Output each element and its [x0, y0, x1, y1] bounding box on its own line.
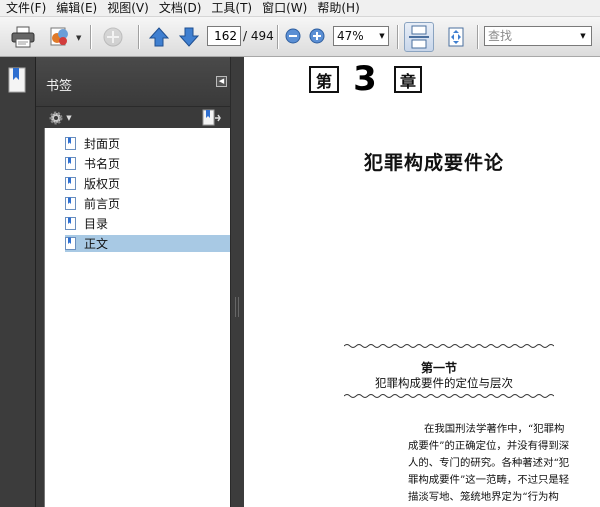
bookmarks-title: 书签 [46, 79, 73, 94]
chapter-title: 犯罪构成要件论 [363, 152, 504, 174]
zoom-level-value: 47% [337, 29, 364, 43]
attach-icon [50, 27, 68, 46]
bookmark-item-copyright[interactable]: 版权页 [65, 175, 122, 192]
search-field[interactable]: ▼ [484, 26, 592, 46]
paragraph-line: 在我国刑法学著作中，“犯罪构 [424, 423, 565, 435]
chapter-number: 3 [353, 59, 377, 99]
menu-tools[interactable]: 工具(T) [207, 0, 258, 16]
bookmark-icon [65, 197, 76, 210]
paragraph-line: 成要件”的正确定位，并没有得到深 [408, 440, 570, 452]
menu-bar: 文件(F) 编辑(E) 视图(V) 文档(D) 工具(T) 窗口(W) 帮助(H… [0, 0, 600, 17]
printer-icon [11, 26, 35, 48]
chevron-down-icon: ▼ [66, 113, 72, 122]
page-number-input[interactable] [207, 26, 241, 46]
chapter-prefix: 第 [309, 66, 339, 93]
attach-dropdown-caret[interactable]: ▼ [76, 34, 81, 42]
gear-icon [49, 111, 63, 124]
chevron-left-icon: ◀ [218, 77, 225, 85]
bookmark-expand-icon [202, 109, 221, 125]
collapse-panel-button[interactable]: ◀ [216, 76, 227, 87]
print-button[interactable] [10, 25, 36, 49]
bookmarks-tab[interactable] [4, 65, 32, 97]
bookmark-options-button[interactable]: ▼ [46, 109, 74, 126]
menu-file[interactable]: 文件(F) [2, 0, 52, 16]
navigation-pane-strip [0, 57, 36, 507]
zoom-in-icon [309, 28, 325, 44]
menu-document[interactable]: 文档(D) [155, 0, 208, 16]
document-page: 第 3 章 犯罪构成要件论 第一节 犯罪构成要件的定位与层次 在我国刑法学著作中… [244, 57, 600, 507]
splitter-grip[interactable] [235, 297, 239, 317]
toolbar-separator [477, 25, 478, 49]
bookmark-icon [65, 137, 76, 150]
paragraph-line: 人的、专门的研究。各种著述对“犯 [408, 457, 570, 469]
fit-page-icon [448, 27, 464, 47]
toolbar-separator [90, 25, 91, 49]
paragraph-line: 罪构成要件”这一范畴，不过只是轻 [408, 474, 570, 486]
bookmarks-gutter [36, 128, 44, 507]
zoom-level-select[interactable]: 47% ▼ [333, 26, 389, 46]
share-button[interactable] [100, 25, 126, 49]
previous-page-icon [149, 27, 169, 47]
bookmark-item-title-page[interactable]: 书名页 [65, 155, 122, 172]
paragraph-line: 描淡写地、笼统地界定为“行为构 [408, 491, 559, 503]
scrolling-mode-icon [409, 25, 429, 49]
page-total-label: / 494 [243, 29, 274, 43]
bookmark-label: 正文 [84, 237, 109, 251]
next-page-button[interactable] [178, 25, 200, 49]
main-toolbar: ▼ / 494 47% ▼ [0, 17, 600, 57]
zoom-in-button[interactable] [308, 27, 326, 45]
section-number: 第一节 [420, 361, 457, 375]
bookmark-label: 封面页 [84, 137, 121, 151]
next-page-icon [179, 27, 199, 47]
wavy-divider [344, 344, 554, 348]
bookmark-label: 书名页 [84, 157, 121, 171]
section-title: 犯罪构成要件的定位与层次 [375, 376, 513, 390]
bookmark-icon [65, 177, 76, 190]
zoom-out-icon [285, 28, 301, 44]
menu-window[interactable]: 窗口(W) [258, 0, 313, 16]
toolbar-separator [277, 25, 278, 49]
previous-page-button[interactable] [148, 25, 170, 49]
toolbar-separator [138, 25, 139, 49]
bookmark-label: 目录 [84, 217, 109, 231]
menu-view[interactable]: 视图(V) [103, 0, 155, 16]
wavy-divider [344, 394, 554, 398]
bookmark-label: 前言页 [84, 197, 121, 211]
attach-button[interactable] [48, 25, 72, 49]
share-icon [103, 27, 123, 47]
scrolling-mode-button[interactable] [404, 22, 434, 52]
menu-help[interactable]: 帮助(H) [313, 0, 365, 16]
panel-splitter[interactable] [230, 57, 244, 507]
bookmark-icon [65, 157, 76, 170]
menu-edit[interactable]: 编辑(E) [52, 0, 103, 16]
bookmark-icon [65, 217, 76, 230]
fit-page-button[interactable] [442, 23, 470, 51]
bookmark-list: 封面页 书名页 版权页 前言页 目录 正文 [44, 128, 230, 507]
bookmark-icon [65, 237, 76, 250]
search-input[interactable] [485, 27, 577, 45]
toolbar-separator [397, 25, 398, 49]
chevron-down-icon[interactable]: ▼ [376, 32, 388, 40]
bookmark-item-preface[interactable]: 前言页 [65, 195, 122, 212]
bookmark-item-main-text[interactable]: 正文 [65, 235, 230, 252]
bookmark-panel-icon [8, 67, 26, 93]
bookmark-item-cover[interactable]: 封面页 [65, 135, 122, 152]
expand-bookmark-button[interactable] [200, 108, 222, 127]
chevron-down-icon[interactable]: ▼ [577, 32, 589, 40]
zoom-out-button[interactable] [284, 27, 302, 45]
bookmark-label: 版权页 [84, 177, 121, 191]
bookmark-item-contents[interactable]: 目录 [65, 215, 110, 232]
chapter-suffix: 章 [394, 66, 422, 93]
bookmarks-panel-header: 书签 ◀ [36, 57, 232, 107]
bookmarks-toolbar: ▼ [36, 107, 232, 128]
